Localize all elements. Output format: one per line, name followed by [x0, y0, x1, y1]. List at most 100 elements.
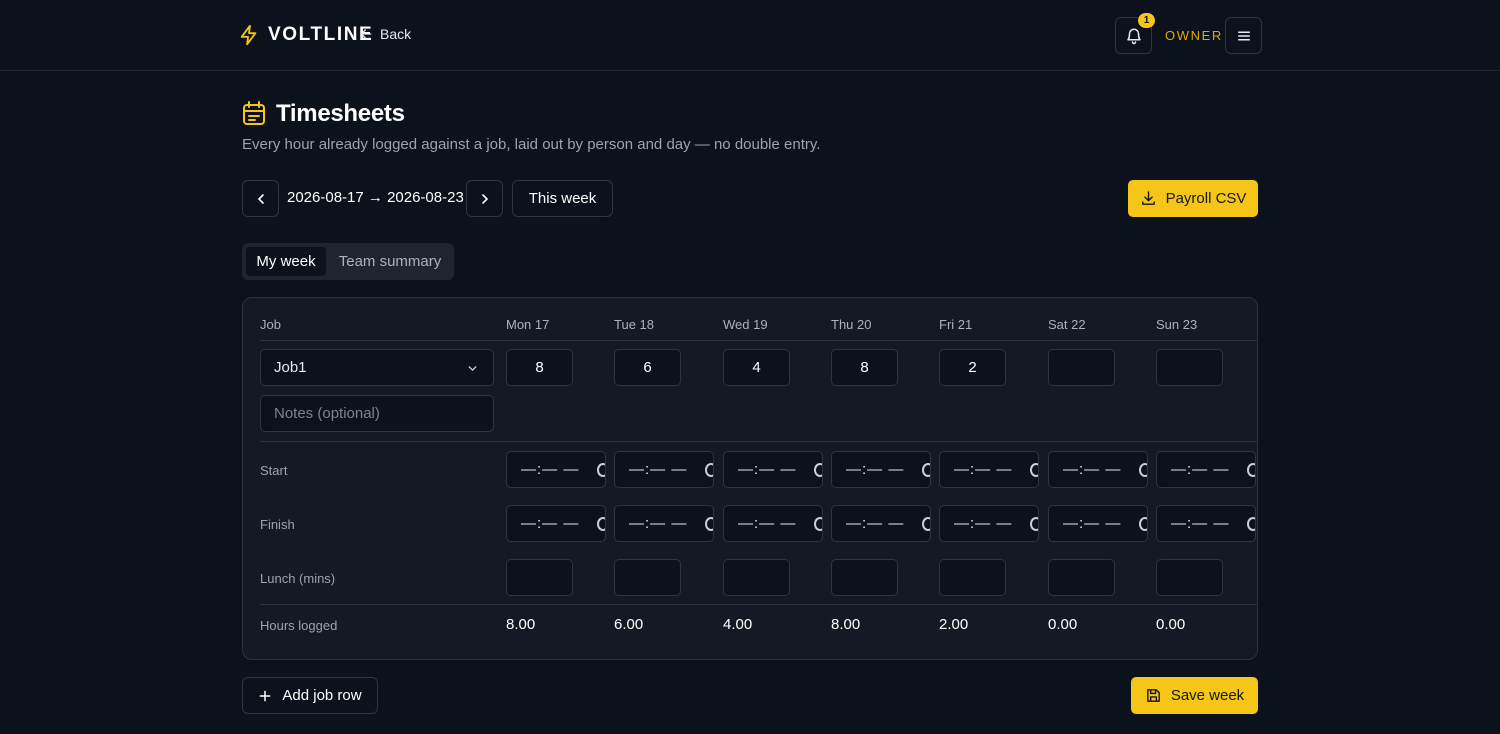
- lunch-input[interactable]: [1156, 559, 1223, 596]
- tab-team-summary[interactable]: Team summary: [330, 247, 450, 276]
- time-placeholder: —:— —: [521, 461, 580, 478]
- bolt-icon: [240, 24, 257, 46]
- brand-logo[interactable]: VOLTLINE: [238, 24, 373, 46]
- clock-icon: [705, 463, 713, 477]
- chevron-down-icon: [468, 366, 477, 372]
- hours-input[interactable]: 8: [831, 349, 898, 386]
- hours-input[interactable]: 2: [939, 349, 1006, 386]
- payroll-csv-button[interactable]: Payroll CSV: [1128, 180, 1258, 217]
- back-label: Back: [380, 26, 412, 42]
- calendar-icon: [243, 101, 265, 125]
- clock-icon: [1247, 517, 1255, 531]
- time-placeholder: —:— —: [1063, 461, 1122, 478]
- finish-time-input[interactable]: —:— —: [939, 505, 1039, 542]
- daily-total: 8.00: [831, 616, 861, 633]
- day-header: Thu 20: [831, 317, 872, 332]
- job-select[interactable]: Job1: [260, 349, 494, 386]
- time-placeholder: —:— —: [954, 515, 1013, 532]
- previous-week-button[interactable]: [242, 180, 279, 217]
- notifications-button[interactable]: 1: [1115, 13, 1155, 54]
- day-header: Tue 18: [614, 317, 654, 332]
- time-placeholder: —:— —: [1171, 461, 1230, 478]
- save-icon: [1146, 689, 1160, 702]
- add-job-row-button[interactable]: Add job row: [242, 677, 378, 714]
- add-job-row-label: Add job row: [282, 687, 362, 704]
- hours-input[interactable]: [1048, 349, 1115, 386]
- finish-time-input[interactable]: —:— —: [614, 505, 714, 542]
- day-header: Fri 21: [939, 317, 973, 332]
- start-time-input[interactable]: —:— —: [1156, 451, 1256, 488]
- save-week-label: Save week: [1170, 687, 1245, 704]
- timesheet-table: Job Mon 17 Tue 18 Wed 19 Thu 20 Fri 21 S…: [242, 297, 1258, 660]
- finish-time-input[interactable]: —:— —: [1156, 505, 1256, 542]
- daily-total: 4.00: [723, 616, 753, 633]
- notification-badge: 1: [1138, 13, 1155, 28]
- clock-icon: [1139, 517, 1147, 531]
- lunch-input[interactable]: [1048, 559, 1115, 596]
- save-week-button[interactable]: Save week: [1131, 677, 1258, 714]
- plus-icon: [259, 690, 271, 701]
- time-placeholder: —:— —: [521, 515, 580, 532]
- week-range: 2026-08-17 → 2026-08-23: [287, 189, 464, 206]
- clock-icon: [597, 463, 605, 477]
- start-time-input[interactable]: —:— —: [506, 451, 606, 488]
- finish-time-input[interactable]: —:— —: [506, 505, 606, 542]
- view-tabs: My week Team summary: [242, 243, 454, 280]
- lunch-input[interactable]: [939, 559, 1006, 596]
- bell-icon: [1126, 28, 1141, 44]
- day-header: Sat 22: [1048, 317, 1086, 332]
- start-time-input[interactable]: —:— —: [831, 451, 931, 488]
- hours-input[interactable]: 4: [723, 349, 790, 386]
- finish-time-input[interactable]: —:— —: [723, 505, 823, 542]
- divider: [260, 340, 1257, 341]
- clock-icon: [597, 517, 605, 531]
- day-header: Sun 23: [1156, 317, 1198, 332]
- time-placeholder: —:— —: [954, 461, 1013, 478]
- divider: [260, 604, 1257, 605]
- clock-icon: [922, 463, 930, 477]
- finish-row-label: Finish: [260, 517, 295, 532]
- clock-icon: [1139, 463, 1147, 477]
- time-placeholder: —:— —: [1171, 515, 1230, 532]
- hours-logged-label: Hours logged: [260, 618, 338, 633]
- time-placeholder: —:— —: [629, 515, 688, 532]
- daily-total: 8.00: [506, 616, 536, 633]
- lunch-row-label: Lunch (mins): [260, 571, 336, 586]
- start-time-input[interactable]: —:— —: [614, 451, 714, 488]
- back-button[interactable]: Back: [358, 26, 411, 42]
- next-week-button[interactable]: [466, 180, 503, 217]
- notes-input[interactable]: Notes (optional): [260, 395, 494, 432]
- time-placeholder: —:— —: [738, 515, 797, 532]
- hours-input[interactable]: [1156, 349, 1223, 386]
- hours-input[interactable]: 6: [614, 349, 681, 386]
- start-time-input[interactable]: —:— —: [939, 451, 1039, 488]
- finish-time-input[interactable]: —:— —: [831, 505, 931, 542]
- clock-icon: [1030, 463, 1038, 477]
- divider: [260, 441, 1257, 442]
- page-title: Timesheets: [276, 100, 405, 127]
- lunch-input[interactable]: [723, 559, 790, 596]
- hours-input[interactable]: 8: [506, 349, 573, 386]
- start-time-input[interactable]: —:— —: [1048, 451, 1148, 488]
- page-header: Timesheets: [242, 100, 405, 128]
- time-placeholder: —:— —: [738, 461, 797, 478]
- lunch-input[interactable]: [506, 559, 573, 596]
- daily-total: 0.00: [1156, 616, 1186, 633]
- menu-button[interactable]: [1225, 17, 1262, 54]
- arrow-left-icon: [360, 29, 372, 39]
- clock-icon: [1030, 517, 1038, 531]
- daily-total: 0.00: [1048, 616, 1078, 633]
- job-select-value: Job1: [274, 359, 307, 376]
- finish-time-input[interactable]: —:— —: [1048, 505, 1148, 542]
- this-week-button[interactable]: This week: [512, 180, 613, 217]
- lunch-input[interactable]: [614, 559, 681, 596]
- start-time-input[interactable]: —:— —: [723, 451, 823, 488]
- lunch-input[interactable]: [831, 559, 898, 596]
- chevron-right-icon: [481, 193, 488, 204]
- time-placeholder: —:— —: [846, 461, 905, 478]
- tab-my-week[interactable]: My week: [246, 247, 326, 276]
- start-row-label: Start: [260, 463, 288, 478]
- time-placeholder: —:— —: [629, 461, 688, 478]
- daily-total: 2.00: [939, 616, 969, 633]
- clock-icon: [922, 517, 930, 531]
